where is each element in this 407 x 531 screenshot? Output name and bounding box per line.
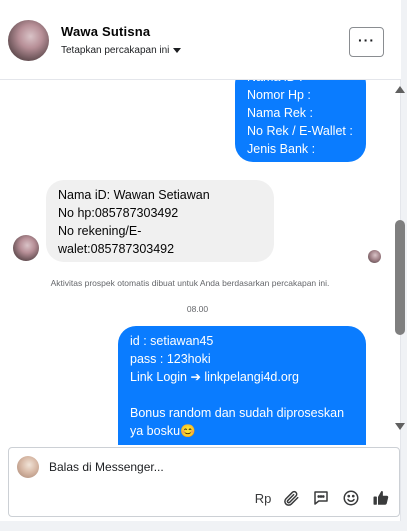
emoji-button[interactable] [341, 488, 361, 508]
message-bubble-outgoing: Nama iD : Nomor Hp : Nama Rek : No Rek /… [235, 80, 366, 162]
saved-replies-button[interactable] [311, 488, 331, 508]
conversation-header: Wawa Sutisna Tetapkan percakapan ini ··· [0, 0, 401, 80]
sender-avatar [13, 235, 39, 261]
more-options-button[interactable]: ··· [349, 27, 384, 57]
assign-conversation-dropdown[interactable]: Tetapkan percakapan ini [61, 45, 182, 56]
message-thread[interactable]: Nama iD : Nomor Hp : Nama Rek : No Rek /… [0, 80, 392, 445]
system-note: Aktivitas prospek otomatis dibuat untuk … [50, 278, 330, 288]
like-button[interactable] [371, 488, 391, 508]
payment-request-button[interactable]: Rp [253, 488, 273, 508]
scroll-down-arrow[interactable] [395, 423, 405, 430]
conversation-panel: Wawa Sutisna Tetapkan percakapan ini ···… [0, 0, 405, 521]
message-bubble-incoming: Nama iD: Wawan Setiawan No hp:0857873034… [46, 180, 274, 262]
contact-avatar[interactable] [8, 20, 49, 61]
scroll-up-arrow[interactable] [395, 86, 405, 93]
reply-input[interactable] [49, 460, 349, 474]
paperclip-icon [284, 490, 299, 506]
thumbs-up-icon [373, 490, 389, 505]
page-avatar [17, 456, 39, 478]
message-bubble-outgoing: id : setiawan45 pass : 123hoki Link Logi… [118, 326, 366, 445]
message-timestamp: 08.00 [186, 304, 209, 314]
contact-name[interactable]: Wawa Sutisna [61, 24, 150, 39]
assign-conversation-label: Tetapkan percakapan ini [61, 45, 170, 56]
smiley-icon [343, 490, 359, 506]
scrollbar-thumb[interactable] [395, 220, 405, 335]
speech-bubble-icon [314, 491, 328, 505]
reply-composer: Rp [8, 447, 400, 517]
seen-indicator-avatar [368, 250, 381, 263]
attach-file-button[interactable] [281, 488, 301, 508]
caret-down-icon [173, 47, 182, 53]
